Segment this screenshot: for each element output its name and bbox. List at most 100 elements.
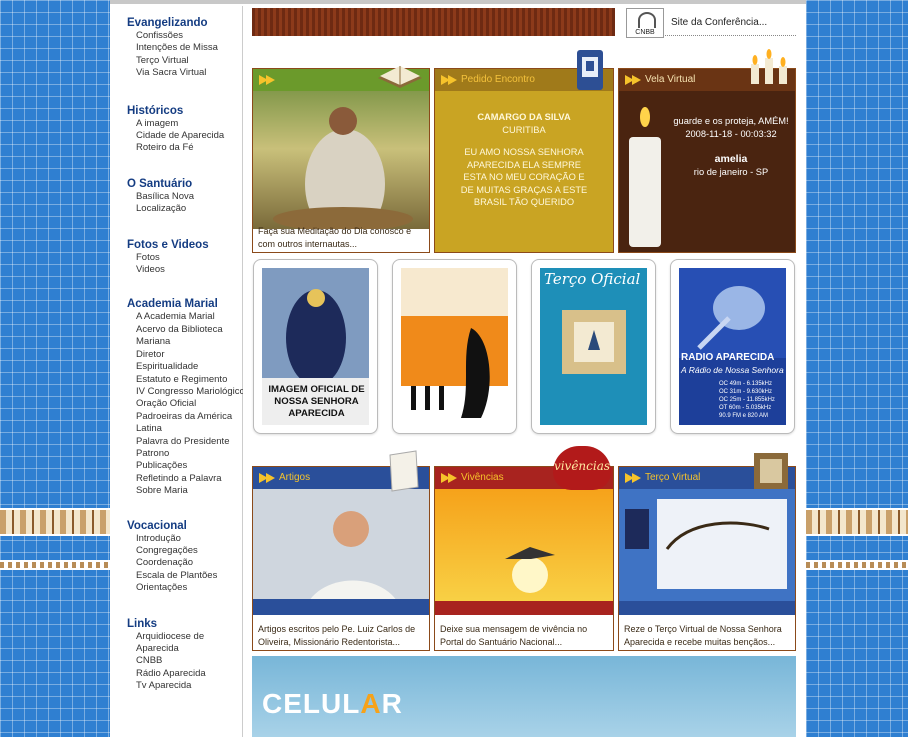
sidebar-section-evangelizando: Evangelizando Confissões Intenções de Mi…: [127, 17, 242, 80]
musica-poster-thumb[interactable]: [392, 259, 517, 434]
vivencias-heart-badge: vivências: [553, 446, 611, 490]
artigos-caption: Artigos escritos pelo Pe. Luiz Carlos de…: [258, 624, 416, 647]
pedido-encontro-card[interactable]: Pedido Encontro CAMARGO DA SILVA CURITIB…: [434, 68, 614, 253]
sidebar-item-patrono[interactable]: Patrono: [127, 448, 242, 460]
left-decor-band: [0, 508, 110, 536]
sidebar-item-latina[interactable]: Latina: [127, 423, 242, 435]
pedido-line: DE MUITAS GRAÇAS A ESTE: [460, 184, 588, 195]
main-content: CNBB Site da Conferência... Faça sua Med…: [243, 6, 806, 737]
sidebar-item-basilica-nova[interactable]: Basílica Nova: [127, 191, 242, 203]
meditation-caption: Faça sua Meditação do Dia conosco e com …: [258, 226, 412, 249]
radio-frequency: OC 31m - 9.630kHz: [719, 389, 773, 395]
vela-datetime: 2008-11-18 - 00:03:32: [685, 129, 777, 139]
sidebar-item-acervo[interactable]: Acervo da Biblioteca: [127, 324, 242, 336]
conference-link-label: Site da Conferência...: [671, 17, 768, 28]
pedido-line: APARECIDA ELA SEMPRE: [466, 159, 581, 170]
vela-message: guarde e os proteja, AMÉM! 2008-11-18 - …: [667, 115, 795, 179]
sidebar-section-title: Fotos e Videos: [127, 238, 209, 251]
radio-frequency: 90.9 FM e 820 AM: [719, 413, 769, 419]
sidebar-item-coordenacao[interactable]: Coordenação: [127, 557, 242, 569]
sidebar-item-oracao[interactable]: Oração Oficial: [127, 398, 242, 410]
right-tile-background: [806, 0, 908, 737]
terco-oficial-thumb[interactable]: Terço Oficial: [531, 259, 656, 434]
terco-virtual-card[interactable]: Terço Virtual Reze o Terço Virtual de No…: [618, 466, 796, 651]
sidebar-item-sobre-maria[interactable]: Sobre Maria: [127, 485, 242, 497]
phone-booth-icon: [577, 50, 603, 90]
radio-aparecida-thumb[interactable]: RADIO APARECIDA A Rádio de Nossa Senhora…: [670, 259, 795, 434]
celular-text-c: R: [381, 688, 403, 719]
celular-text-a: CELUL: [262, 688, 361, 719]
sidebar-section-santuario: O Santuário Basílica Nova Localização: [127, 178, 242, 216]
sunset-dove-image: [435, 489, 613, 615]
sidebar-section-vocacional: Vocacional Introdução Congregações Coord…: [127, 520, 242, 595]
sidebar-section-title: Academia Marial: [127, 298, 218, 311]
sidebar-item-mariana[interactable]: Mariana: [127, 336, 242, 348]
sidebar-item-terco-virtual[interactable]: Terço Virtual: [127, 55, 242, 67]
sidebar-item-fotos[interactable]: Fotos: [127, 252, 242, 264]
sidebar-item-palavra-presidente[interactable]: Palavra do Presidente: [127, 436, 242, 448]
sidebar-item-congregacoes[interactable]: Congregações: [127, 545, 242, 557]
sidebar-item-orientacoes[interactable]: Orientações: [127, 582, 242, 594]
artigos-title: Artigos: [279, 472, 311, 483]
sidebar-item-escala[interactable]: Escala de Plantões: [127, 570, 242, 582]
sidebar-item-introducao[interactable]: Introdução: [127, 533, 242, 545]
radio-frequency: OC 49m - 6.135kHz: [719, 381, 773, 387]
radio-frequencies: OC 49m - 6.135kHz OC 31m - 9.630kHz OC 2…: [719, 380, 775, 420]
saxophone-icon: [401, 268, 508, 425]
vivencias-card[interactable]: Vivências Deixe sua mensagem de vivência…: [434, 466, 614, 651]
radio-subtitle: A Rádio de Nossa Senhora: [681, 365, 784, 375]
sidebar-item-via-sacra[interactable]: Via Sacra Virtual: [127, 67, 242, 79]
right-decor-band: [806, 508, 908, 536]
sidebar-item-diretor[interactable]: Diretor: [127, 349, 242, 361]
left-decor-band-small: [0, 560, 110, 570]
sidebar-item-arquidiocese[interactable]: Arquidiocese de: [127, 631, 242, 643]
left-tile-background: [0, 0, 110, 737]
conference-link[interactable]: CNBB Site da Conferência...: [626, 8, 796, 38]
sidebar-item-videos[interactable]: Videos: [127, 264, 242, 276]
sidebar-item-intencoes[interactable]: Intenções de Missa: [127, 42, 242, 54]
vivencias-title: Vivências: [461, 472, 504, 483]
vela-name: amelia: [714, 153, 748, 165]
imagem-line: NOSSA SENHORA: [274, 396, 359, 407]
jesus-meditation-image: [253, 69, 429, 229]
sidebar-item-tv-aparecida[interactable]: Tv Aparecida: [127, 680, 242, 692]
pedido-line: EU AMO NOSSA SENHORA: [464, 147, 584, 157]
sidebar-section-title: Vocacional: [127, 519, 187, 532]
terco-virtual-screenshot-image: [619, 489, 795, 615]
imagem-oficial-thumb[interactable]: IMAGEM OFICIAL DE NOSSA SENHORA APARECID…: [253, 259, 378, 434]
header-banner-strip: [252, 8, 615, 36]
notepad-icon: [389, 450, 419, 492]
vela-virtual-card[interactable]: Vela Virtual guarde e os proteja, AMÉM! …: [618, 68, 796, 253]
sidebar-item-cnbb[interactable]: CNBB: [127, 655, 242, 667]
sidebar-item-refletindo[interactable]: Refletindo a Palavra: [127, 473, 242, 485]
sidebar-item-confissoes[interactable]: Confissões: [127, 30, 242, 42]
sidebar-item-estatuto[interactable]: Estatuto e Regimento: [127, 374, 242, 386]
top-browser-line: [0, 0, 908, 4]
terco-virtual-title: Terço Virtual: [645, 472, 701, 483]
picture-frame-icon: [754, 453, 788, 489]
celular-banner[interactable]: CELULAR: [252, 656, 796, 737]
sidebar-item-padroeiras[interactable]: Padroeiras da América: [127, 411, 242, 423]
pedido-line: ESTA NO MEU CORAÇÃO E: [463, 172, 585, 182]
meditation-card[interactable]: Faça sua Meditação do Dia conosco e com …: [252, 68, 430, 253]
sidebar-item-radio-aparecida[interactable]: Rádio Aparecida: [127, 668, 242, 680]
sidebar-item-aparecida[interactable]: Aparecida: [127, 643, 242, 655]
sidebar-item-publicacoes[interactable]: Publicações: [127, 460, 242, 472]
sidebar-item-a-imagem[interactable]: A imagem: [127, 118, 242, 130]
artigos-card[interactable]: Artigos Artigos escritos pelo Pe. Luiz C…: [252, 466, 430, 651]
sidebar-item-congresso[interactable]: IV Congresso Mariológico: [127, 386, 245, 398]
sidebar-item-cidade-aparecida[interactable]: Cidade de Aparecida: [127, 130, 242, 142]
pedido-line: BRASIL TÃO QUERIDO: [473, 197, 575, 207]
sidebar-item-localizacao[interactable]: Localização: [127, 203, 242, 215]
sidebar-item-roteiro-fe[interactable]: Roteiro da Fé: [127, 142, 242, 154]
sidebar-section-title: O Santuário: [127, 177, 193, 190]
right-decor-band-small: [806, 560, 908, 570]
sidebar-navigation: Evangelizando Confissões Intenções de Mi…: [116, 6, 245, 737]
vela-place: rio de janeiro - SP: [693, 167, 769, 177]
vela-title: Vela Virtual: [645, 74, 696, 85]
book-icon: [378, 66, 422, 88]
sidebar-item-academia[interactable]: A Academia Marial: [127, 311, 242, 323]
pedido-line: CURITIBA: [502, 124, 546, 135]
celular-text-highlight: A: [360, 688, 382, 719]
sidebar-item-espiritualidade[interactable]: Espiritualidade: [127, 361, 242, 373]
